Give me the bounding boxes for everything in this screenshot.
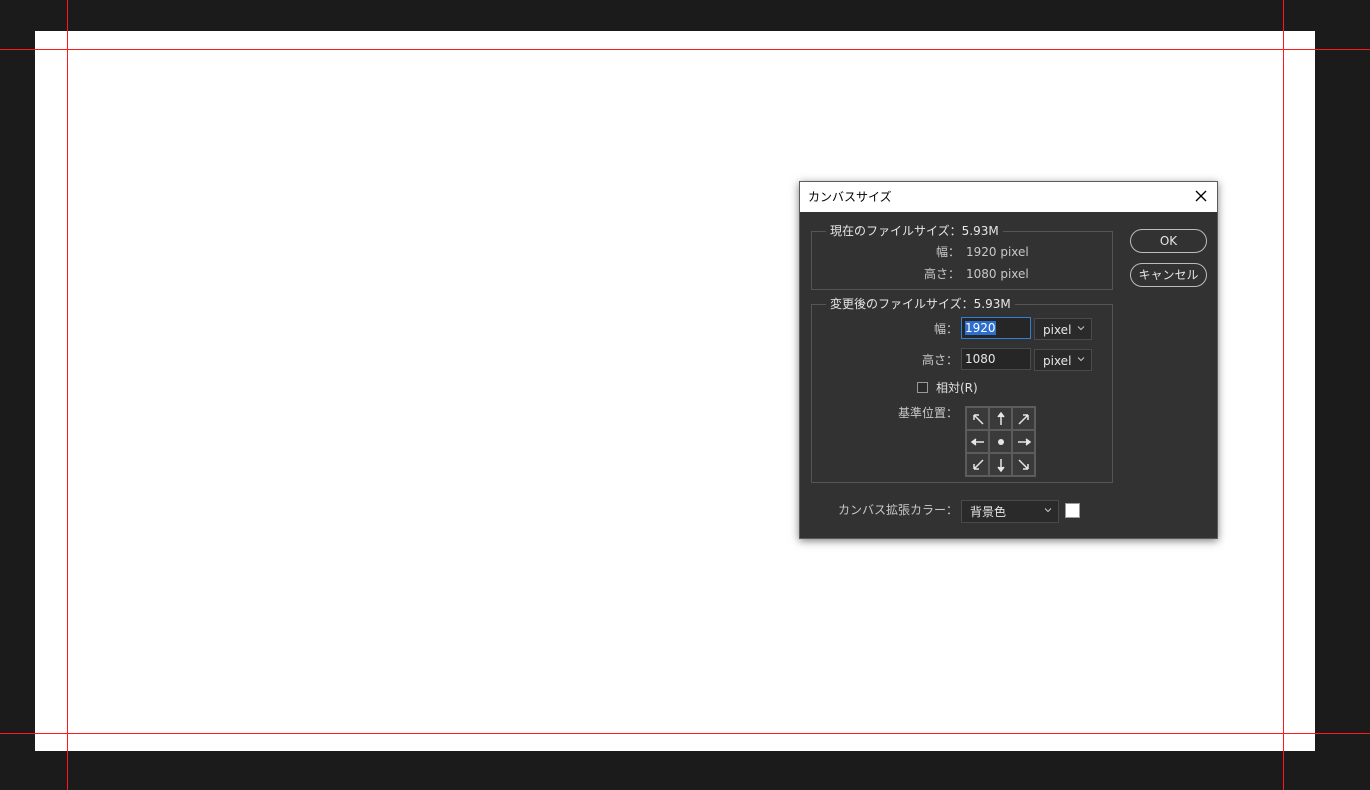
height-unit-select[interactable]: pixel xyxy=(1034,349,1092,371)
extension-color-select[interactable]: 背景色 xyxy=(961,500,1059,523)
arrow-up-icon xyxy=(996,411,1005,425)
extension-color-label: カンバス拡張カラー： xyxy=(837,503,958,517)
current-size-group xyxy=(811,231,1113,290)
height-unit-value: pixel xyxy=(1043,354,1072,368)
arrow-down-right-icon xyxy=(1017,458,1029,470)
anchor-right[interactable] xyxy=(1012,430,1035,453)
close-icon[interactable] xyxy=(1193,188,1209,204)
chevron-down-icon xyxy=(1044,508,1052,513)
new-size-legend: 変更後のファイルサイズ：5.93M xyxy=(826,297,1015,311)
extension-color-swatch[interactable] xyxy=(1065,503,1080,518)
chevron-down-icon xyxy=(1077,326,1085,331)
ok-button[interactable]: OK xyxy=(1130,229,1207,253)
cancel-button[interactable]: キャンセル xyxy=(1130,263,1207,287)
current-width-value: 1920 pixel xyxy=(966,245,1029,259)
anchor-dot-icon xyxy=(997,438,1004,445)
current-height-label: 高さ： xyxy=(923,267,960,281)
anchor-bottom-left[interactable] xyxy=(966,453,989,476)
anchor-top-left[interactable] xyxy=(966,407,989,430)
arrow-up-right-icon xyxy=(1017,413,1029,425)
arrow-down-left-icon xyxy=(972,458,984,470)
arrow-left-icon xyxy=(970,437,984,446)
current-width-label: 幅： xyxy=(935,245,960,259)
anchor-label: 基準位置： xyxy=(897,406,958,420)
height-input-value: 1080 xyxy=(965,352,996,366)
width-unit-select[interactable]: pixel xyxy=(1034,318,1092,340)
new-height-label: 高さ： xyxy=(921,353,958,367)
guide-vertical-left[interactable] xyxy=(67,0,68,790)
arrow-down-icon xyxy=(996,458,1005,472)
anchor-top-right[interactable] xyxy=(1012,407,1035,430)
width-input[interactable]: 1920 xyxy=(961,317,1031,339)
relative-label[interactable]: 相対(R) xyxy=(936,381,978,395)
anchor-top[interactable] xyxy=(989,407,1012,430)
arrow-up-left-icon xyxy=(972,413,984,425)
width-unit-value: pixel xyxy=(1043,323,1072,337)
extension-color-value: 背景色 xyxy=(970,505,1007,519)
height-input[interactable]: 1080 xyxy=(961,348,1031,370)
arrow-right-icon xyxy=(1017,437,1031,446)
anchor-bottom-right[interactable] xyxy=(1012,453,1035,476)
dialog-titlebar[interactable]: カンバスサイズ xyxy=(800,182,1217,212)
relative-checkbox[interactable] xyxy=(917,382,928,393)
anchor-left[interactable] xyxy=(966,430,989,453)
anchor-bottom[interactable] xyxy=(989,453,1012,476)
new-width-label: 幅： xyxy=(933,322,958,336)
width-input-value: 1920 xyxy=(965,321,996,335)
guide-horizontal-bottom[interactable] xyxy=(0,733,1370,734)
canvas-size-dialog: カンバスサイズ 現在のファイルサイズ：5.93M 幅： 1920 pixel 高… xyxy=(799,181,1218,539)
anchor-center[interactable] xyxy=(989,430,1012,453)
guide-horizontal-top[interactable] xyxy=(0,49,1370,50)
current-size-legend: 現在のファイルサイズ：5.93M xyxy=(826,224,1003,238)
anchor-grid xyxy=(965,406,1036,477)
chevron-down-icon xyxy=(1077,357,1085,362)
current-height-value: 1080 pixel xyxy=(966,267,1029,281)
guide-vertical-right[interactable] xyxy=(1283,0,1284,790)
dialog-title: カンバスサイズ xyxy=(808,190,892,204)
